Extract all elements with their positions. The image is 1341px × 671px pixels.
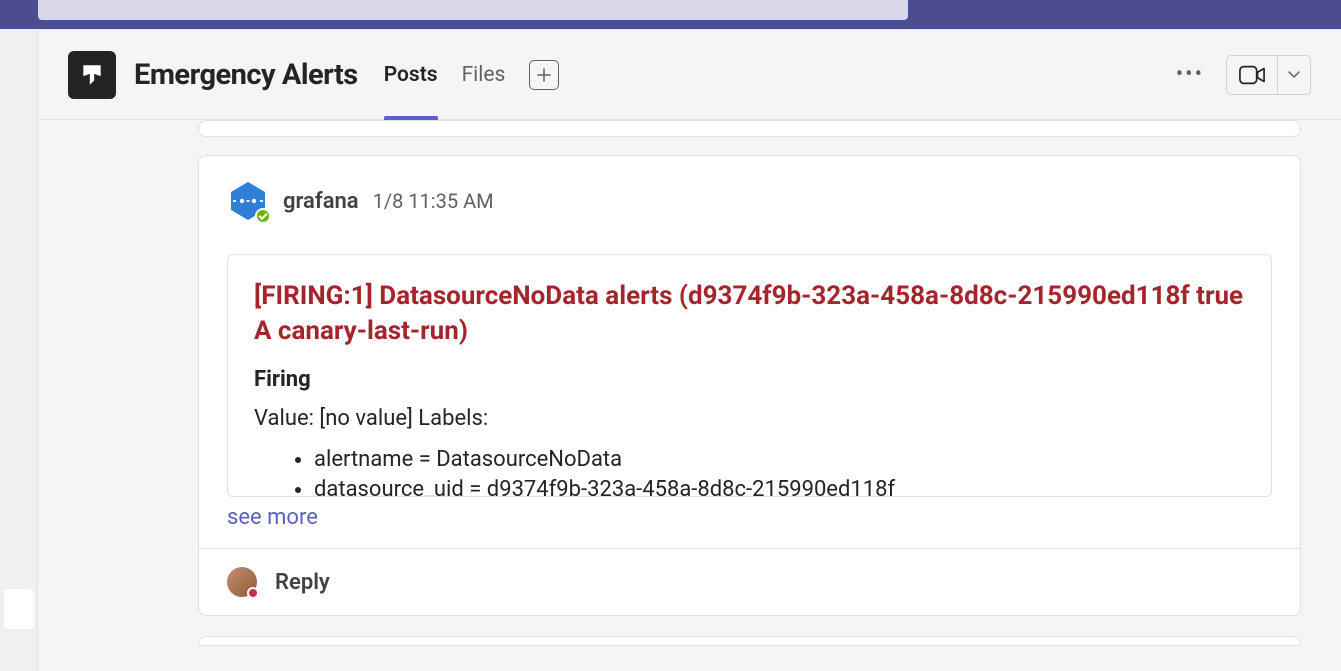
presence-available-icon <box>255 208 271 224</box>
chevron-down-icon <box>1288 71 1300 79</box>
search-input[interactable] <box>38 0 908 20</box>
see-more-link[interactable]: see more <box>227 505 1272 530</box>
plus-icon <box>536 67 552 83</box>
more-options-button[interactable]: ••• <box>1168 54 1212 95</box>
author-name[interactable]: grafana <box>283 189 359 214</box>
video-icon <box>1239 65 1265 85</box>
reply-label: Reply <box>275 570 330 595</box>
add-tab-button[interactable] <box>529 60 559 90</box>
channel-title: Emergency Alerts <box>134 58 358 92</box>
user-avatar <box>227 567 257 597</box>
header-actions: ••• <box>1168 54 1311 95</box>
presence-busy-icon <box>247 587 259 599</box>
tab-files[interactable]: Files <box>462 30 506 119</box>
alert-value-line: Value: [no value] Labels: <box>254 406 1245 431</box>
meet-button <box>1226 55 1311 95</box>
rail-item[interactable] <box>4 589 34 629</box>
author-avatar[interactable] <box>227 180 269 222</box>
channel-avatar <box>68 51 116 99</box>
app-title-bar <box>0 0 1341 29</box>
content-area: Emergency Alerts Posts Files ••• <box>38 29 1341 671</box>
previous-message-card[interactable] <box>198 120 1301 137</box>
tab-posts[interactable]: Posts <box>384 30 438 119</box>
messages-list: grafana 1/8 11:35 AM [FIRING:1] Datasour… <box>38 120 1341 671</box>
reply-button[interactable]: Reply <box>199 548 1300 615</box>
alert-title: [FIRING:1] DatasourceNoData alerts (d937… <box>254 279 1245 349</box>
flag-icon <box>79 62 105 88</box>
meet-video-button[interactable] <box>1227 56 1278 94</box>
tabs: Posts Files <box>384 30 560 119</box>
next-message-card[interactable] <box>198 636 1301 646</box>
message-card: grafana 1/8 11:35 AM [FIRING:1] Datasour… <box>198 155 1301 616</box>
message-timestamp: 1/8 11:35 AM <box>373 189 494 213</box>
message-header: grafana 1/8 11:35 AM <box>199 156 1300 222</box>
meet-dropdown-button[interactable] <box>1278 68 1310 82</box>
channel-header: Emergency Alerts Posts Files ••• <box>38 30 1341 120</box>
app-rail <box>0 29 38 671</box>
alert-status: Firing <box>254 367 1245 392</box>
alert-card: [FIRING:1] DatasourceNoData alerts (d937… <box>227 254 1272 497</box>
alert-labels-list: alertname = DatasourceNoData datasource_… <box>254 445 1245 497</box>
alert-label-item: alertname = DatasourceNoData <box>314 445 1245 475</box>
alert-label-item: datasource_uid = d9374f9b-323a-458a-8d8c… <box>314 475 1245 497</box>
